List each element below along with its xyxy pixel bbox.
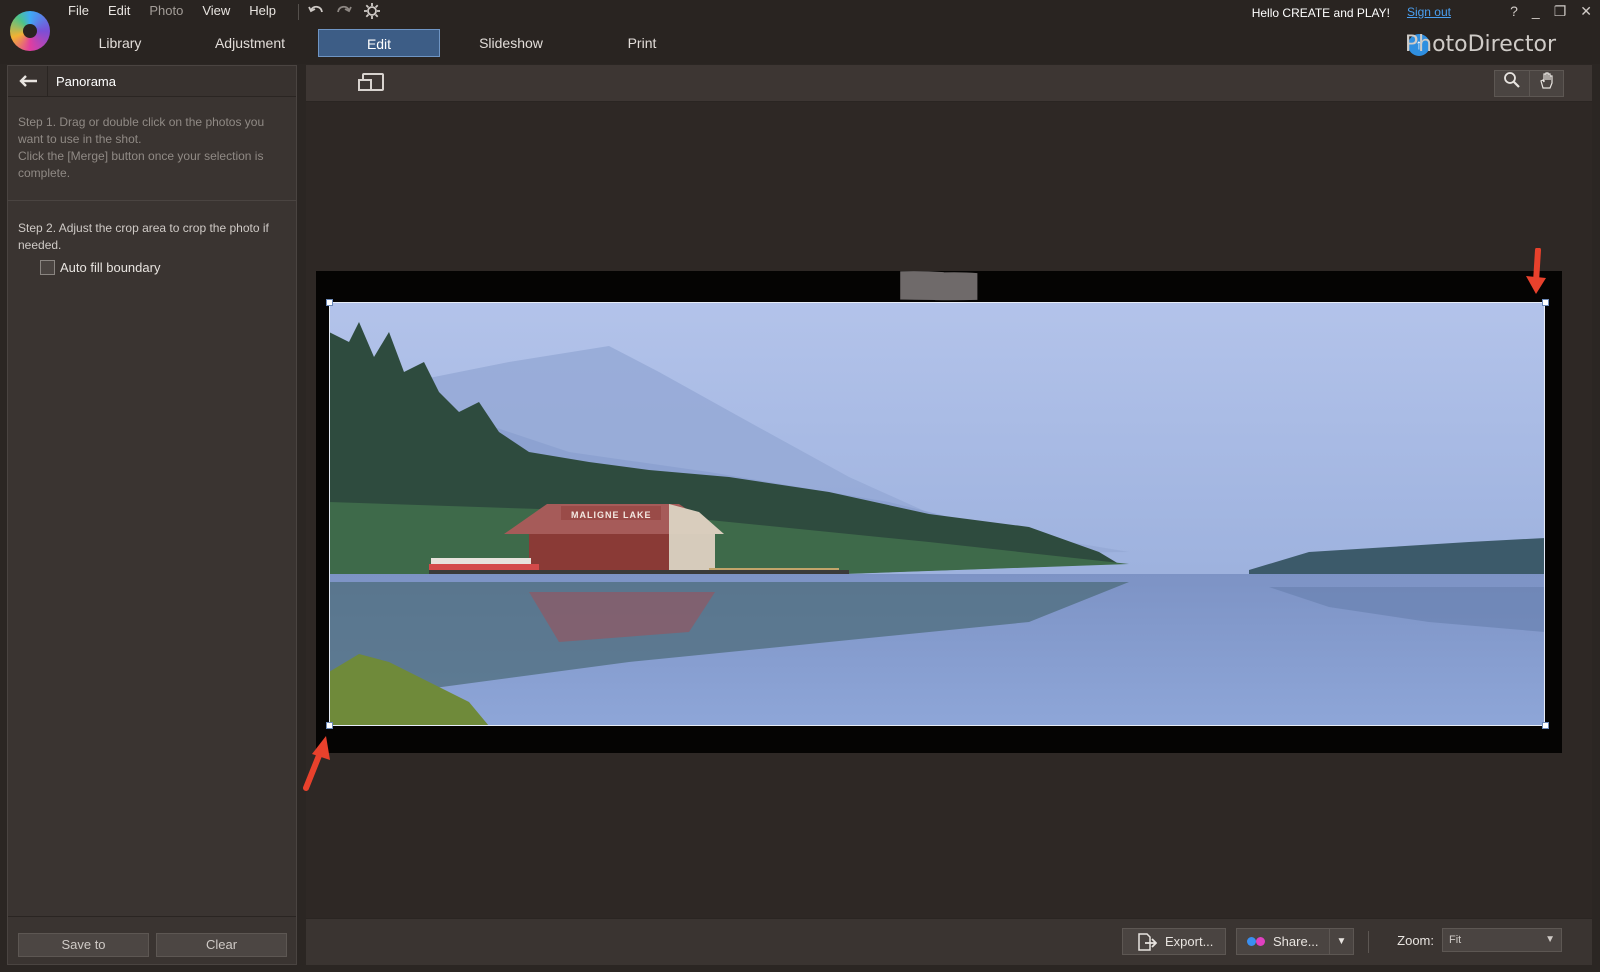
- export-icon: [1138, 933, 1157, 951]
- settings-icon[interactable]: [362, 1, 382, 21]
- auto-fill-label: Auto fill boundary: [60, 260, 161, 275]
- brand-name: PhotoDirector: [1404, 32, 1556, 57]
- viewer-toolbar: [306, 65, 1592, 102]
- main-tabs: Library Adjustment Edit Slideshow Print: [58, 29, 702, 57]
- panel-header: Panorama: [8, 66, 296, 97]
- export-button[interactable]: Export...: [1122, 928, 1226, 955]
- menu-edit[interactable]: Edit: [108, 3, 140, 18]
- share-pink-dot-icon: [1256, 937, 1265, 946]
- magnifier-icon[interactable]: [1495, 71, 1529, 96]
- tab-slideshow[interactable]: Slideshow: [440, 29, 582, 57]
- menu-help[interactable]: Help: [249, 3, 286, 18]
- hand-pan-icon[interactable]: [1529, 71, 1563, 96]
- status-divider: [1368, 931, 1369, 953]
- auto-fill-checkbox[interactable]: [40, 260, 55, 275]
- panorama-panel: Panorama Step 1. Drag or double click on…: [7, 65, 297, 965]
- sign-out-link[interactable]: Sign out: [1407, 5, 1451, 19]
- share-blue-dot-icon: [1247, 937, 1256, 946]
- crop-handle-top-right[interactable]: [1542, 299, 1549, 306]
- undo-icon[interactable]: [306, 1, 326, 21]
- export-label: Export...: [1165, 934, 1214, 949]
- chevron-down-icon: ▼: [1545, 934, 1555, 945]
- greeting-text: Hello CREATE and PLAY!: [1251, 6, 1390, 20]
- zoom-select[interactable]: Fit ▼: [1442, 928, 1562, 952]
- zoom-value: Fit: [1449, 934, 1462, 946]
- save-to-button[interactable]: Save to: [18, 933, 149, 957]
- crop-handle-bottom-right[interactable]: [1542, 722, 1549, 729]
- menu-photo[interactable]: Photo: [149, 3, 193, 18]
- menu-divider: [298, 4, 299, 20]
- auto-fill-row[interactable]: Auto fill boundary: [8, 254, 296, 275]
- photo-viewer: MALIGNE LAKE Export... Share... ▼ Zoom: …: [303, 65, 1592, 965]
- view-tools: [1494, 70, 1564, 97]
- panel-title: Panorama: [56, 73, 116, 89]
- crop-handle-top-left[interactable]: [326, 299, 333, 306]
- tab-adjustment[interactable]: Adjustment: [182, 29, 318, 57]
- panel-actions: Save to Clear: [8, 916, 296, 964]
- minimize-icon[interactable]: _: [1532, 3, 1540, 20]
- tab-print[interactable]: Print: [582, 29, 702, 57]
- zoom-label: Zoom:: [1397, 933, 1434, 948]
- crop-handle-bottom-left[interactable]: [326, 722, 333, 729]
- back-arrow-icon[interactable]: [8, 66, 48, 96]
- restore-icon[interactable]: ❐: [1554, 3, 1567, 20]
- annotation-arrow-top-right: [1526, 248, 1546, 294]
- menu-view[interactable]: View: [202, 3, 240, 18]
- step1-text: Step 1. Drag or double click on the phot…: [18, 115, 265, 180]
- panorama-canvas[interactable]: MALIGNE LAKE: [303, 102, 1592, 918]
- stitch-edge: [900, 271, 978, 301]
- window-controls: ? _ ❐ ✕: [1510, 3, 1592, 20]
- menu-file[interactable]: File: [68, 3, 99, 18]
- app-logo: [10, 11, 50, 51]
- redo-icon[interactable]: [334, 1, 354, 21]
- step1-instructions: Step 1. Drag or double click on the phot…: [8, 97, 296, 182]
- share-dropdown-icon[interactable]: ▼: [1329, 929, 1353, 954]
- annotation-arrow-bottom-left: [303, 736, 330, 791]
- clear-button[interactable]: Clear: [156, 933, 287, 957]
- help-icon[interactable]: ?: [1510, 3, 1518, 20]
- step2-instructions: Step 2. Adjust the crop area to crop the…: [18, 221, 269, 252]
- share-button[interactable]: Share... ▼: [1236, 928, 1354, 955]
- tab-edit[interactable]: Edit: [318, 29, 440, 57]
- title-bar: File Edit Photo View Help Library Adjust…: [0, 0, 1600, 64]
- crop-area[interactable]: [329, 302, 1545, 726]
- quick-tools: [306, 1, 382, 21]
- fit-view-icon[interactable]: [358, 73, 384, 91]
- tab-library[interactable]: Library: [58, 29, 182, 57]
- close-icon[interactable]: ✕: [1580, 3, 1592, 20]
- bottom-bar: Export... Share... ▼ Zoom: Fit ▼: [306, 918, 1592, 965]
- menu-bar: File Edit Photo View Help: [68, 3, 295, 18]
- share-label: Share...: [1273, 934, 1319, 949]
